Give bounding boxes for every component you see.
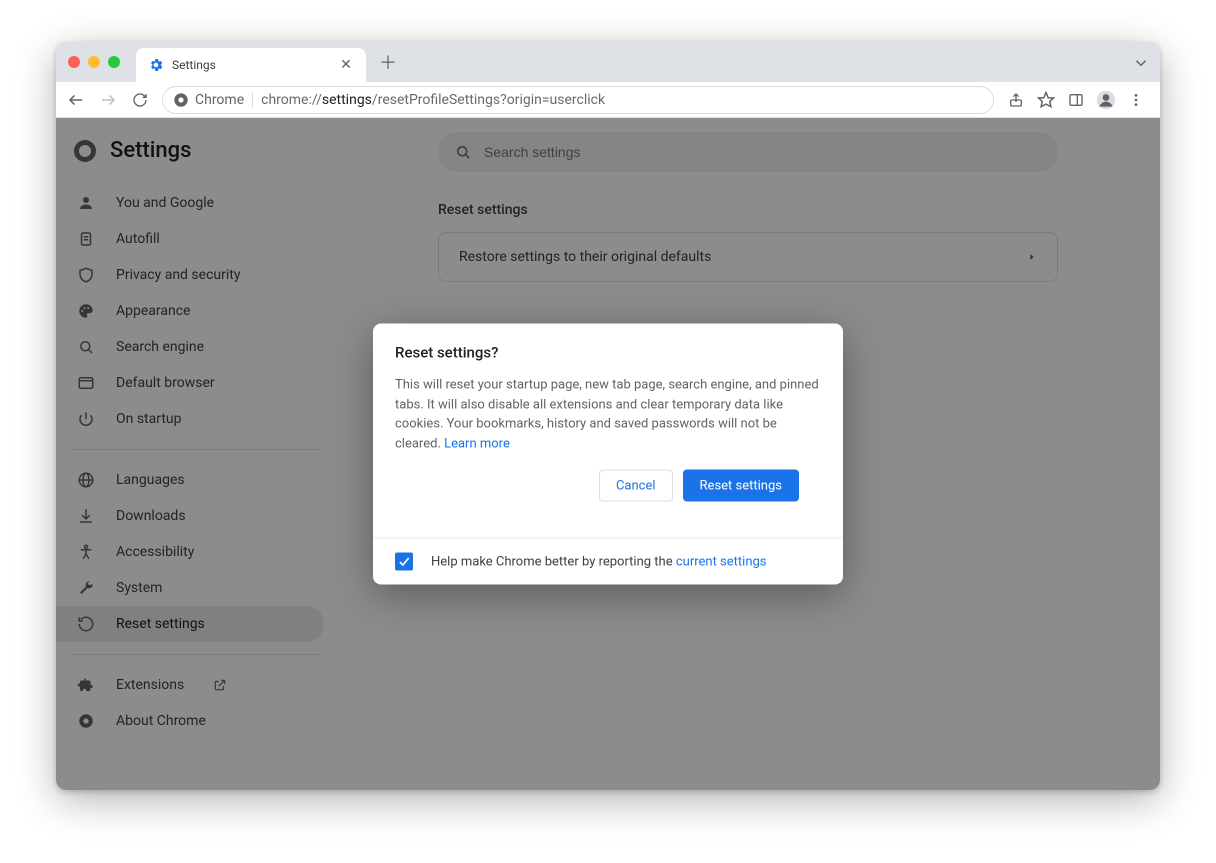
current-settings-link[interactable]: current settings <box>676 554 767 569</box>
learn-more-link[interactable]: Learn more <box>444 436 510 451</box>
fullscreen-window-button[interactable] <box>108 56 120 68</box>
browser-tab[interactable]: Settings ✕ <box>136 48 366 82</box>
tab-title: Settings <box>172 58 330 72</box>
site-label: Chrome <box>195 92 244 108</box>
address-bar[interactable]: Chrome chrome://settings/resetProfileSet… <box>162 86 994 114</box>
reload-button[interactable] <box>126 86 154 114</box>
gear-icon <box>148 57 164 73</box>
dialog-footer-text: Help make Chrome better by reporting the… <box>431 554 767 569</box>
site-identity-chip[interactable]: Chrome <box>173 92 253 108</box>
new-tab-button[interactable]: ＋ <box>374 48 402 76</box>
tab-list-dropdown-icon[interactable] <box>1132 54 1150 72</box>
kebab-menu-icon[interactable] <box>1122 86 1150 114</box>
report-settings-checkbox[interactable] <box>395 553 413 571</box>
chrome-logo-icon <box>173 92 189 108</box>
close-tab-icon[interactable]: ✕ <box>338 57 354 73</box>
dialog-body-text: This will reset your startup page, new t… <box>395 376 821 454</box>
bookmark-star-icon[interactable] <box>1032 86 1060 114</box>
dialog-footer: Help make Chrome better by reporting the… <box>373 538 843 585</box>
side-panel-icon[interactable] <box>1062 86 1090 114</box>
close-window-button[interactable] <box>68 56 80 68</box>
url-text: chrome://settings/resetProfileSettings?o… <box>261 92 983 108</box>
reset-settings-dialog: Reset settings? This will reset your sta… <box>373 324 843 585</box>
profile-avatar-icon[interactable] <box>1092 86 1120 114</box>
reset-settings-button[interactable]: Reset settings <box>683 470 799 502</box>
forward-button[interactable] <box>94 86 122 114</box>
tab-strip: Settings ✕ ＋ <box>56 42 1160 82</box>
back-button[interactable] <box>62 86 90 114</box>
window-controls <box>68 56 120 68</box>
browser-window: Settings ✕ ＋ Chrome chrome://setting <box>56 42 1160 790</box>
cancel-button[interactable]: Cancel <box>599 470 673 502</box>
browser-toolbar: Chrome chrome://settings/resetProfileSet… <box>56 82 1160 118</box>
dialog-title: Reset settings? <box>395 344 821 362</box>
content-area: Settings You and Google Autofill Privacy… <box>56 118 1160 790</box>
minimize-window-button[interactable] <box>88 56 100 68</box>
share-icon[interactable] <box>1002 86 1030 114</box>
